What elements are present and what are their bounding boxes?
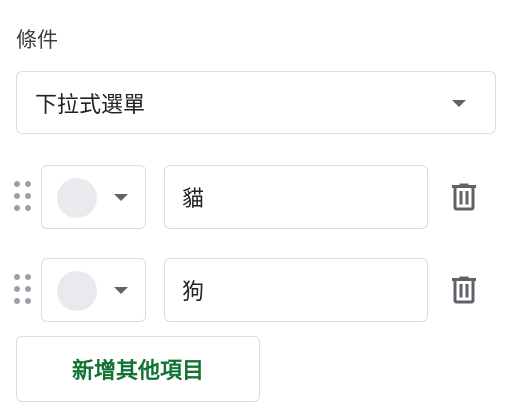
drag-handle-icon[interactable] — [14, 181, 32, 213]
chevron-down-icon — [452, 100, 466, 107]
dropdown-selected-value: 下拉式選單 — [35, 92, 146, 118]
section-label: 條件 — [16, 28, 58, 52]
color-swatch — [57, 178, 97, 218]
chevron-down-icon — [114, 194, 128, 201]
trash-icon[interactable] — [446, 272, 482, 308]
option-row: 貓 — [0, 165, 520, 231]
drag-handle-icon[interactable] — [14, 274, 32, 306]
option-text-input[interactable]: 貓 — [164, 165, 428, 229]
option-text-input[interactable]: 狗 — [164, 258, 428, 322]
condition-type-dropdown[interactable]: 下拉式選單 — [16, 71, 496, 134]
color-swatch — [57, 271, 97, 311]
color-picker-button[interactable] — [41, 165, 146, 229]
trash-icon[interactable] — [446, 179, 482, 215]
color-picker-button[interactable] — [41, 258, 146, 322]
chevron-down-icon — [114, 287, 128, 294]
add-option-button[interactable]: 新增其他項目 — [16, 336, 260, 402]
condition-panel: 條件 下拉式選單 貓 狗 新增其他項目 — [0, 0, 520, 416]
option-row: 狗 — [0, 258, 520, 324]
